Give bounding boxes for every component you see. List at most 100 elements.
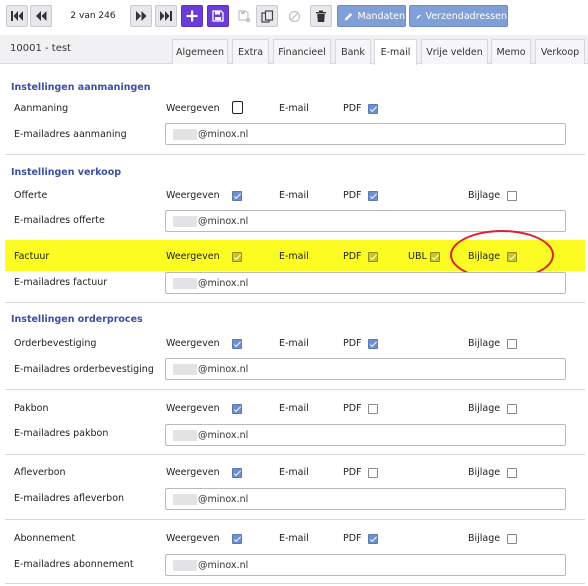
row-label-aanmaning: Aanmaning [14,103,69,114]
divider [5,389,585,390]
last-page-icon [160,11,172,21]
add-button[interactable] [181,5,203,27]
redacted-block [173,560,197,571]
email-value: @minox.nl [198,493,249,505]
block-button[interactable] [283,5,305,27]
redacted-block [173,278,197,289]
copy-icon [260,9,273,23]
redacted-block [173,430,197,441]
next-page-icon [136,11,147,21]
bijlage-label: Bijlage [468,533,501,544]
tab-memo[interactable]: Memo [491,39,531,64]
email-label-abonnement: E-mailadres abonnement [14,559,134,570]
redacted-block [173,494,197,505]
afleverbon-pdf-checkbox[interactable] [368,468,378,478]
afleverbon-weergeven-checkbox[interactable] [232,468,242,478]
next-page-button[interactable] [130,5,152,27]
email-value: @minox.nl [198,363,249,375]
email-label-aanmaning: E-mailadres aanmaning [14,129,127,140]
copy-button[interactable] [256,5,278,27]
tab-email[interactable]: E-mail [374,39,417,65]
tab-algemeen[interactable]: Algemeen [172,39,228,64]
pencil-icon [344,12,353,20]
tab-extra[interactable]: Extra [232,39,269,64]
weergeven-label: Weergeven [166,251,220,262]
email-label-afleverbon: E-mailadres afleverbon [14,493,125,504]
delete-button[interactable] [310,5,332,27]
email-label: E-mail [279,467,309,478]
row-label-offerte: Offerte [14,190,48,201]
factuur-pdf-checkbox[interactable] [368,252,378,262]
email-field-aanmaning[interactable]: @minox.nl [165,123,566,145]
weergeven-label: Weergeven [166,403,220,414]
abonnement-weergeven-checkbox[interactable] [232,534,242,544]
bijlage-label: Bijlage [468,338,501,349]
email-label-pakbon: E-mailadres pakbon [14,428,109,439]
offerte-bijlage-checkbox[interactable] [507,191,517,201]
email-value: @minox.nl [198,215,249,227]
mandaten-label: Mandaten [357,10,405,22]
row-label-pakbon: Pakbon [14,403,49,414]
email-value: @minox.nl [198,559,249,571]
divider [5,454,585,455]
toolbar: 2 van 246 Mandaten Verzendadressen [0,0,588,34]
block-icon [288,10,300,22]
email-field-orderbevestiging[interactable]: @minox.nl [165,358,566,380]
abonnement-bijlage-checkbox[interactable] [507,534,517,544]
pakbon-weergeven-checkbox[interactable] [232,404,242,414]
record-title: 10001 - test [10,43,71,54]
prev-page-button[interactable] [30,5,52,27]
pakbon-pdf-checkbox[interactable] [368,404,378,414]
email-field-afleverbon[interactable]: @minox.nl [165,488,566,510]
pdf-label: PDF [343,533,362,544]
tab-bank[interactable]: Bank [335,39,371,64]
bijlage-label: Bijlage [468,467,501,478]
tab-verkoop[interactable]: Verkoop [535,39,585,64]
email-field-abonnement[interactable]: @minox.nl [165,554,566,576]
weergeven-label: Weergeven [166,103,220,114]
afleverbon-bijlage-checkbox[interactable] [507,468,517,478]
orderbevestiging-pdf-checkbox[interactable] [368,339,378,349]
redacted-block [173,216,197,227]
email-label: E-mail [279,403,309,414]
mandaten-button[interactable]: Mandaten [337,5,406,27]
email-field-offerte[interactable]: @minox.nl [165,210,566,232]
save-button[interactable] [207,5,229,27]
email-value: @minox.nl [198,128,249,140]
abonnement-pdf-checkbox[interactable] [368,534,378,544]
email-field-pakbon[interactable]: @minox.nl [165,424,566,446]
trash-icon [316,10,326,22]
pdf-label: PDF [343,103,362,114]
email-label: E-mail [279,103,309,114]
tab-financieel[interactable]: Financieel [273,39,331,64]
orderbevestiging-bijlage-checkbox[interactable] [507,339,517,349]
save-icon [212,10,224,22]
prev-page-icon [36,11,47,21]
first-page-button[interactable] [6,5,28,27]
pager-text: 2 van 246 [70,11,116,21]
verzendadressen-button[interactable]: Verzendadressen [409,5,508,27]
bijlage-label: Bijlage [468,403,501,414]
email-field-factuur[interactable]: @minox.nl [165,272,566,294]
first-page-icon [11,11,23,21]
save-close-button[interactable] [233,5,255,27]
pakbon-bijlage-checkbox[interactable] [507,404,517,414]
divider [5,302,585,303]
orderbevestiging-weergeven-checkbox[interactable] [232,339,242,349]
aanmaning-weergeven-checkbox[interactable] [232,101,243,114]
offerte-weergeven-checkbox[interactable] [232,191,242,201]
verzendadressen-label: Verzendadressen [425,10,507,22]
pencil-icon [416,14,421,19]
last-page-button[interactable] [155,5,177,27]
tab-vrije-velden[interactable]: Vrije velden [421,39,488,64]
aanmaning-pdf-checkbox[interactable] [368,104,378,114]
factuur-weergeven-checkbox[interactable] [232,252,242,262]
weergeven-label: Weergeven [166,338,220,349]
factuur-ubl-checkbox[interactable] [430,252,440,262]
add-icon [186,10,198,22]
save-disabled-icon [237,9,250,22]
offerte-pdf-checkbox[interactable] [368,191,378,201]
row-label-abonnement: Abonnement [14,533,76,544]
email-value: @minox.nl [198,277,249,289]
weergeven-label: Weergeven [166,467,220,478]
